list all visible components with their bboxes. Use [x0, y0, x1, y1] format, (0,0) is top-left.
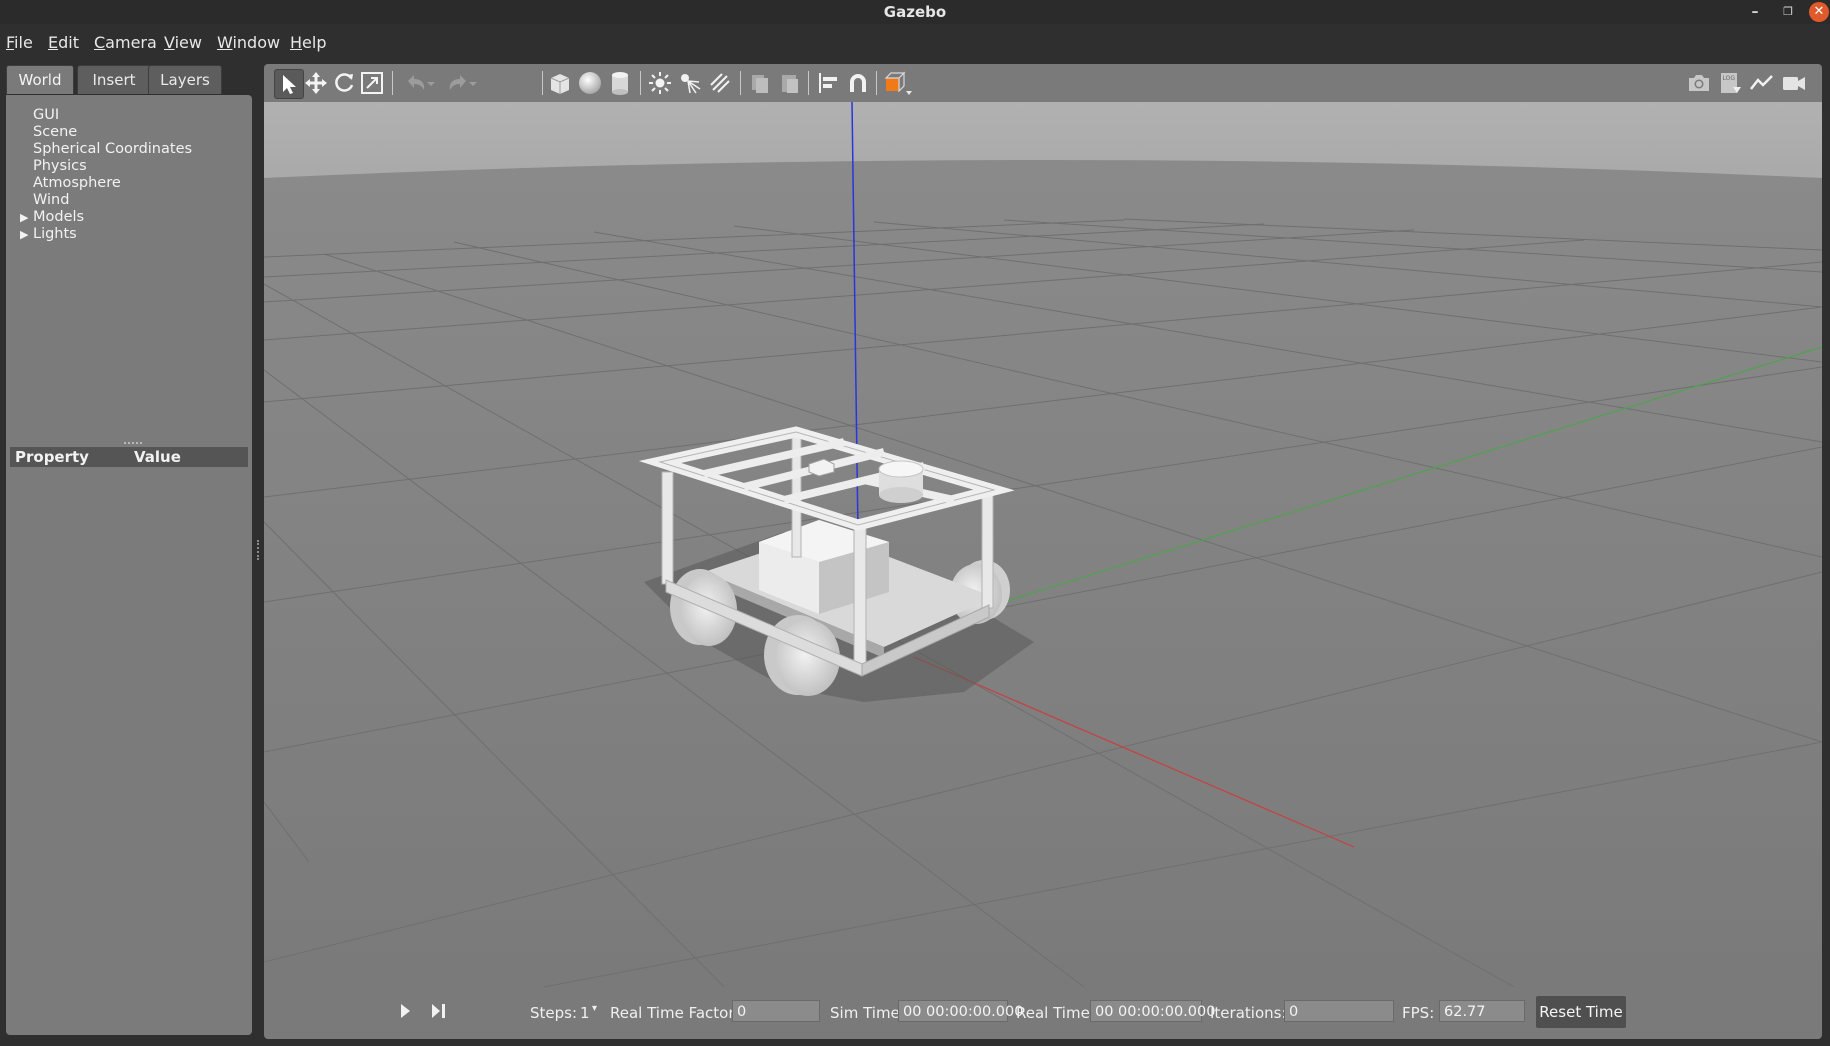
redo-dropdown-icon[interactable]	[466, 69, 480, 97]
window-titlebar: Gazebo – ❐ ✕	[0, 0, 1830, 24]
spot-light-icon[interactable]	[676, 69, 704, 97]
scale-icon[interactable]	[358, 69, 386, 97]
tree-item-lights[interactable]: Lights	[33, 226, 77, 242]
close-icon[interactable]: ✕	[1809, 2, 1829, 22]
iterations-field: 0	[1284, 1000, 1394, 1022]
real-time-field: 00 00:00:00.000	[1090, 1000, 1215, 1022]
expand-arrow-icon[interactable]: ▶	[20, 211, 28, 224]
play-icon[interactable]	[398, 1002, 412, 1024]
svg-text:LOG: LOG	[1723, 75, 1736, 82]
world-tree-panel: GUI Scene Spherical Coordinates Physics …	[6, 95, 252, 1035]
menu-view[interactable]: View	[164, 33, 202, 52]
menu-file[interactable]: File	[6, 33, 33, 52]
scene-render[interactable]	[264, 102, 1822, 987]
box-icon[interactable]	[546, 69, 574, 97]
align-icon[interactable]	[814, 69, 842, 97]
menu-window[interactable]: Window	[217, 33, 280, 52]
menu-help[interactable]: Help	[290, 33, 326, 52]
tab-world[interactable]: World	[6, 65, 74, 94]
steps-dropdown-icon[interactable]: ▾	[592, 1003, 597, 1014]
rtf-label: Real Time Factor:	[610, 1004, 740, 1022]
directional-light-icon[interactable]	[706, 69, 734, 97]
fps-field: 62.77	[1439, 1000, 1525, 1022]
value-column-header: Value	[134, 448, 181, 466]
tree-item-gui[interactable]: GUI	[33, 107, 59, 123]
steps-label: Steps:	[530, 1004, 578, 1022]
property-table-header: Property Value	[10, 447, 248, 467]
cylinder-icon[interactable]	[606, 69, 634, 97]
select-icon[interactable]	[274, 69, 304, 99]
tree-item-models[interactable]: Models	[33, 209, 84, 225]
maximize-icon[interactable]: ❐	[1778, 2, 1798, 22]
copy-icon[interactable]	[746, 69, 774, 97]
tab-layers[interactable]: Layers	[148, 65, 222, 94]
sim-time-label: Sim Time:	[830, 1004, 905, 1022]
minimize-icon[interactable]: –	[1745, 2, 1765, 22]
rotate-icon[interactable]	[330, 69, 358, 97]
snap-icon[interactable]	[844, 69, 872, 97]
main-toolbar: LOG	[264, 64, 1822, 102]
property-column-header: Property	[15, 448, 89, 466]
scene-viewport[interactable]	[264, 102, 1822, 987]
sim-time-field: 00 00:00:00.000	[898, 1000, 1023, 1022]
undo-dropdown-icon[interactable]	[424, 69, 438, 97]
left-panel: World Insert Layers GUI Scene Spherical …	[0, 60, 258, 1046]
paste-icon[interactable]	[776, 69, 804, 97]
video-record-icon[interactable]	[1780, 69, 1808, 97]
simulation-status-bar: Steps: 1 ▾ Real Time Factor: 0 Sim Time:…	[264, 987, 1822, 1039]
step-icon[interactable]	[430, 1002, 448, 1024]
tree-item-scene[interactable]: Scene	[33, 124, 77, 140]
screenshot-icon[interactable]	[1685, 69, 1713, 97]
iterations-label: Iterations:	[1210, 1004, 1287, 1022]
log-icon[interactable]: LOG	[1716, 69, 1744, 97]
view-angle-icon[interactable]	[882, 69, 916, 97]
menu-bar: File Edit Camera View Window Help	[0, 26, 1830, 58]
plot-icon[interactable]	[1748, 69, 1776, 97]
expand-arrow-icon[interactable]: ▶	[20, 228, 28, 241]
reset-time-button[interactable]: Reset Time	[1536, 996, 1626, 1028]
point-light-icon[interactable]	[646, 69, 674, 97]
tree-item-atmosphere[interactable]: Atmosphere	[33, 175, 121, 191]
fps-label: FPS:	[1402, 1004, 1435, 1022]
menu-camera[interactable]: Camera	[94, 33, 157, 52]
window-title: Gazebo	[883, 3, 947, 21]
translate-icon[interactable]	[302, 69, 330, 97]
sphere-icon[interactable]	[576, 69, 604, 97]
real-time-label: Real Time:	[1016, 1004, 1095, 1022]
steps-value[interactable]: 1	[580, 1004, 590, 1022]
rtf-field: 0	[732, 1000, 820, 1022]
tab-insert[interactable]: Insert	[77, 65, 151, 94]
vertical-splitter-handle[interactable]	[257, 540, 262, 560]
menu-edit[interactable]: Edit	[48, 33, 79, 52]
tree-item-spherical-coordinates[interactable]: Spherical Coordinates	[33, 141, 192, 157]
tree-item-physics[interactable]: Physics	[33, 158, 87, 174]
tree-item-wind[interactable]: Wind	[33, 192, 69, 208]
